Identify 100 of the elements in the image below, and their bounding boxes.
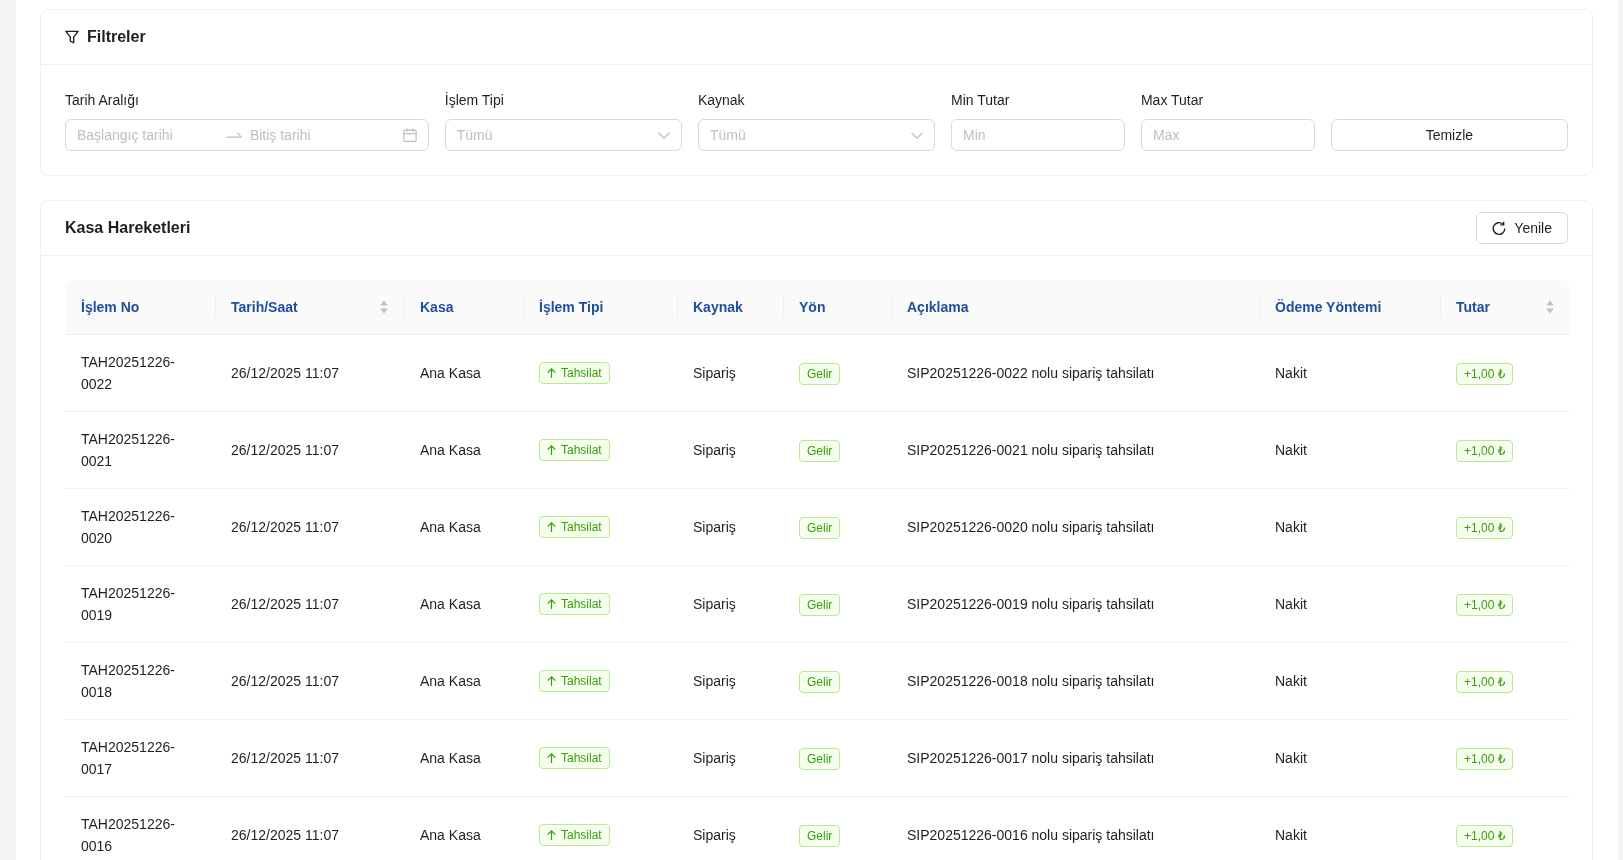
table-cell: SIP20251226-0018 nolu sipariş tahsilatı — [891, 643, 1259, 720]
direction-tag: Gelir — [799, 824, 841, 847]
table-cell: Ana Kasa — [404, 412, 523, 489]
table-cell: Nakit — [1259, 489, 1440, 566]
table-cell: Sipariş — [677, 797, 783, 860]
column-header: Tutar — [1456, 298, 1490, 317]
refresh-button[interactable]: Yenile — [1476, 212, 1568, 244]
column-header: İşlem Tipi — [539, 298, 604, 317]
sort-icon[interactable] — [1546, 300, 1554, 314]
amount-tag: +1,00 ₺ — [1456, 362, 1514, 385]
table-cell: SIP20251226-0017 nolu sipariş tahsilatı — [891, 720, 1259, 797]
table-cell: TAH20251226-0020 — [65, 489, 215, 566]
filter-icon — [65, 30, 79, 44]
table-cell: Nakit — [1259, 643, 1440, 720]
type-tag: Tahsilat — [539, 824, 610, 846]
arrow-up-icon — [547, 445, 556, 455]
field-label: İşlem Tipi — [444, 91, 505, 110]
field-label: Max Tutar — [1140, 91, 1205, 110]
table-cell: Ana Kasa — [404, 643, 523, 720]
clear-button[interactable]: Temizle — [1330, 119, 1568, 151]
type-tag: Tahsilat — [539, 593, 610, 615]
type-tag: Tahsilat — [539, 439, 610, 461]
sort-icon[interactable] — [380, 300, 388, 314]
column-header: Kasa — [420, 298, 454, 317]
column-header: Ödeme Yöntemi — [1275, 298, 1382, 317]
arrow-up-icon — [547, 368, 556, 378]
direction-tag: Gelir — [799, 747, 841, 770]
table-cell: Nakit — [1259, 797, 1440, 860]
direction-tag: Gelir — [799, 593, 841, 616]
amount-tag: +1,00 ₺ — [1456, 439, 1514, 462]
table-cell: Nakit — [1259, 566, 1440, 643]
table-cell: Sipariş — [677, 643, 783, 720]
table-cell: Sipariş — [677, 720, 783, 797]
field-label: Kaynak — [697, 91, 746, 110]
table-cell: Nakit — [1259, 412, 1440, 489]
column-header: Kaynak — [693, 298, 743, 317]
table-cell: Ana Kasa — [404, 797, 523, 860]
reload-icon — [1492, 221, 1507, 235]
table-cell: Ana Kasa — [404, 489, 523, 566]
amount-tag: +1,00 ₺ — [1456, 824, 1514, 847]
panel-title: Kasa Hareketleri — [65, 218, 191, 238]
arrow-up-icon — [547, 522, 556, 532]
amount-tag: +1,00 ₺ — [1456, 670, 1514, 693]
table-cell: Ana Kasa — [404, 335, 523, 412]
table-cell: SIP20251226-0021 nolu sipariş tahsilatı — [891, 412, 1259, 489]
arrow-up-icon — [547, 676, 556, 686]
input-field[interactable]: Max — [1140, 119, 1315, 151]
date-range-field[interactable]: Başlangıç tarihi Bitiş tarihi — [65, 119, 429, 151]
type-tag: Tahsilat — [539, 362, 610, 384]
table-cell: Sipariş — [677, 489, 783, 566]
column-header: Tarih/Saat — [231, 298, 298, 317]
type-tag: Tahsilat — [539, 670, 610, 692]
chevron-down-icon — [911, 131, 924, 139]
table-cell: 26/12/2025 11:07 — [215, 643, 404, 720]
start-date-input[interactable]: Başlangıç tarihi — [77, 124, 218, 146]
table-cell: TAH20251226-0018 — [65, 643, 215, 720]
table-cell: 26/12/2025 11:07 — [215, 335, 404, 412]
table-cell: TAH20251226-0021 — [65, 412, 215, 489]
amount-tag: +1,00 ₺ — [1456, 747, 1514, 770]
table-cell: Sipariş — [677, 335, 783, 412]
table-cell: Ana Kasa — [404, 566, 523, 643]
amount-tag: +1,00 ₺ — [1456, 516, 1514, 539]
panel-title: Filtreler — [87, 27, 146, 47]
field-label: Tarih Aralığı — [65, 91, 140, 110]
table-cell: 26/12/2025 11:07 — [215, 412, 404, 489]
direction-tag: Gelir — [799, 516, 841, 539]
direction-tag: Gelir — [799, 670, 841, 693]
table-cell: SIP20251226-0022 nolu sipariş tahsilatı — [891, 335, 1259, 412]
table-cell: TAH20251226-0022 — [65, 335, 215, 412]
table-cell: SIP20251226-0019 nolu sipariş tahsilatı — [891, 566, 1259, 643]
table-cell: Ana Kasa — [404, 720, 523, 797]
column-header: İşlem No — [81, 298, 140, 317]
column-header: Yön — [799, 298, 826, 317]
arrow-up-icon — [547, 753, 556, 763]
direction-tag: Gelir — [799, 439, 841, 462]
table-cell: 26/12/2025 11:07 — [215, 489, 404, 566]
table-cell: 26/12/2025 11:07 — [215, 797, 404, 860]
table-cell: 26/12/2025 11:07 — [215, 720, 404, 797]
table-cell: Nakit — [1259, 720, 1440, 797]
table-cell: Nakit — [1259, 335, 1440, 412]
table-cell: TAH20251226-0017 — [65, 720, 215, 797]
arrow-up-icon — [547, 830, 556, 840]
table-cell: TAH20251226-0016 — [65, 797, 215, 860]
arrow-up-icon — [547, 599, 556, 609]
amount-tag: +1,00 ₺ — [1456, 593, 1514, 616]
type-tag: Tahsilat — [539, 747, 610, 769]
direction-tag: Gelir — [799, 362, 841, 385]
chevron-down-icon — [657, 131, 670, 139]
end-date-input[interactable]: Bitiş tarihi — [249, 124, 391, 146]
table-cell: 26/12/2025 11:07 — [215, 566, 404, 643]
table-cell: SIP20251226-0020 nolu sipariş tahsilatı — [891, 489, 1259, 566]
calendar-icon — [402, 128, 417, 142]
type-tag: Tahsilat — [539, 516, 610, 538]
field-label: Min Tutar — [951, 91, 1011, 110]
table-cell: SIP20251226-0016 nolu sipariş tahsilatı — [891, 797, 1259, 860]
table-cell: Sipariş — [677, 412, 783, 489]
table-cell: Sipariş — [677, 566, 783, 643]
table-cell: TAH20251226-0019 — [65, 566, 215, 643]
column-header: Açıklama — [907, 298, 969, 317]
input-field[interactable]: Min — [951, 119, 1125, 151]
